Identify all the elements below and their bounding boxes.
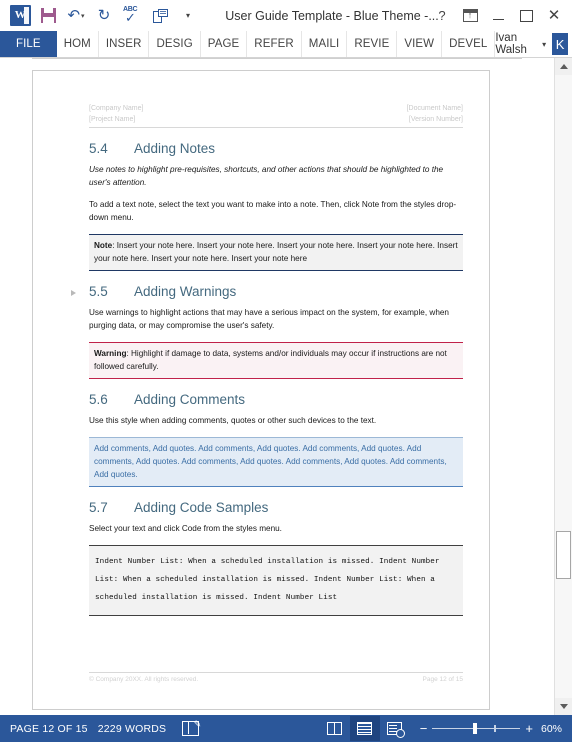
user-account-area[interactable]: Ivan Walsh ▾ K xyxy=(495,31,572,57)
paragraph-5-4-2: To add a text note, select the text you … xyxy=(89,200,457,222)
comment-callout: Add comments, Add quotes. Add comments, … xyxy=(89,437,463,487)
word-application-window: W ↶ ▾ ↻ ABC ✓ ▾ User Guide Template - Bl… xyxy=(0,0,572,742)
previous-page-edge xyxy=(32,58,522,59)
heading-5-4-title: Adding Notes xyxy=(134,141,216,156)
undo-icon[interactable]: ↶ ▾ xyxy=(62,3,90,29)
customize-qat-icon[interactable]: ▾ xyxy=(174,3,202,29)
heading-5-6-title: Adding Comments xyxy=(134,392,246,407)
vertical-scrollbar[interactable] xyxy=(554,58,572,715)
print-preview-glyph xyxy=(152,8,168,23)
word-app-icon[interactable]: W xyxy=(6,3,34,29)
header-project-name: [Project Name] xyxy=(89,116,136,123)
document-page[interactable]: [Company Name] [Project Name] [Document … xyxy=(32,70,490,710)
heading-5-6: 5.6 Adding Comments xyxy=(89,392,463,407)
tab-page-layout[interactable]: PAGE xyxy=(201,31,248,57)
heading-5-7-title: Adding Code Samples xyxy=(134,500,269,515)
title-bar: W ↶ ▾ ↻ ABC ✓ ▾ User Guide Template - Bl… xyxy=(0,0,572,31)
window-controls: ? ✕ xyxy=(428,0,568,31)
zoom-slider[interactable]: − + xyxy=(420,722,533,735)
ribbon-display-options-icon[interactable] xyxy=(456,2,484,30)
heading-5-6-number: 5.6 xyxy=(89,392,108,407)
quick-access-toolbar: W ↶ ▾ ↻ ABC ✓ ▾ xyxy=(0,3,202,29)
zoom-slider-thumb[interactable] xyxy=(473,722,478,734)
read-mode-view-button[interactable] xyxy=(320,716,350,741)
note-callout-text: : Insert your note here. Insert your not… xyxy=(94,241,458,263)
zoom-level-label[interactable]: 60% xyxy=(541,723,564,735)
scroll-down-button[interactable] xyxy=(555,698,572,715)
tab-view[interactable]: VIEW xyxy=(397,31,443,57)
redo-icon[interactable]: ↻ xyxy=(90,3,118,29)
zoom-slider-track[interactable] xyxy=(432,722,521,734)
document-area: [Company Name] [Project Name] [Document … xyxy=(0,58,572,715)
status-word-count[interactable]: 2229 WORDS xyxy=(98,723,177,735)
header-document-name: [Document Name] xyxy=(406,105,463,112)
tab-file[interactable]: FILE xyxy=(0,31,57,57)
word-logo-letter: W xyxy=(14,9,26,21)
view-buttons: − + 60% xyxy=(320,716,564,741)
tab-review[interactable]: REVIE xyxy=(347,31,398,57)
page-header: [Company Name] [Project Name] [Document … xyxy=(89,103,463,128)
paragraph-5-7-1: Select your text and click Code from the… xyxy=(89,524,282,533)
tab-design[interactable]: DESIG xyxy=(149,31,201,57)
heading-5-7: 5.7 Adding Code Samples xyxy=(89,500,463,515)
tab-developer[interactable]: DEVEL xyxy=(442,31,496,57)
scrollbar-track[interactable] xyxy=(555,75,572,698)
heading-5-5: 5.5 Adding Warnings xyxy=(71,284,463,299)
proofing-errors-icon[interactable]: ✎ xyxy=(182,719,201,736)
warning-callout-text: : Highlight if damage to data, systems a… xyxy=(94,349,447,371)
heading-5-4-number: 5.4 xyxy=(89,141,108,156)
user-name-label: Ivan Walsh xyxy=(495,32,527,56)
help-icon[interactable]: ? xyxy=(428,2,456,30)
chevron-down-icon[interactable]: ▾ xyxy=(540,40,548,49)
note-callout-label: Note xyxy=(94,241,113,250)
scroll-up-button[interactable] xyxy=(555,58,572,75)
heading-5-4: 5.4 Adding Notes xyxy=(89,141,463,156)
paragraph-5-4-1: Use notes to highlight pre-requisites, s… xyxy=(89,165,444,187)
paragraph-5-6-1: Use this style when adding comments, quo… xyxy=(89,416,377,425)
footer-copyright: © Company 20XX. All rights reserved. xyxy=(89,676,199,683)
paragraph-5-5-1: Use warnings to highlight actions that m… xyxy=(89,308,449,330)
ribbon-tab-bar: FILE HOM INSER DESIG PAGE REFER MAILI RE… xyxy=(0,31,572,58)
footer-page-number: Page 12 of 15 xyxy=(422,676,463,683)
tab-home[interactable]: HOM xyxy=(57,31,99,57)
code-callout: Indent Number List: When a scheduled ins… xyxy=(89,545,463,616)
maximize-restore-button[interactable] xyxy=(512,2,540,30)
heading-5-7-number: 5.7 xyxy=(89,500,108,515)
print-layout-view-button[interactable] xyxy=(349,716,380,741)
header-version-number: [Version Number] xyxy=(408,116,463,123)
scrollbar-thumb[interactable] xyxy=(556,531,571,579)
save-icon[interactable] xyxy=(34,3,62,29)
status-bar: PAGE 12 OF 15 2229 WORDS ✎ − + 60% xyxy=(0,715,572,742)
web-layout-view-button[interactable] xyxy=(380,716,410,741)
tab-mailings[interactable]: MAILI xyxy=(302,31,348,57)
heading-5-5-number: 5.5 xyxy=(89,284,108,299)
heading-5-5-title: Adding Warnings xyxy=(134,284,237,299)
avatar[interactable]: K xyxy=(552,33,568,55)
warning-callout: Warning: Highlight if damage to data, sy… xyxy=(89,342,463,379)
note-callout: Note: Insert your note here. Insert your… xyxy=(89,234,463,271)
page-footer: © Company 20XX. All rights reserved. Pag… xyxy=(89,672,463,683)
spelling-icon[interactable]: ABC ✓ xyxy=(118,3,146,29)
status-page-info[interactable]: PAGE 12 OF 15 xyxy=(8,723,98,735)
collapse-triangle-icon[interactable] xyxy=(71,290,76,296)
tab-references[interactable]: REFER xyxy=(247,31,302,57)
zoom-out-button[interactable]: − xyxy=(420,722,428,735)
tab-insert[interactable]: INSER xyxy=(99,31,150,57)
warning-callout-label: Warning xyxy=(94,349,127,358)
zoom-in-button[interactable]: + xyxy=(525,722,533,735)
header-company-name: [Company Name] xyxy=(89,105,144,112)
print-preview-icon[interactable] xyxy=(146,3,174,29)
help-glyph: ? xyxy=(438,8,446,23)
minimize-button[interactable] xyxy=(484,2,512,30)
close-button[interactable]: ✕ xyxy=(540,2,568,30)
document-canvas[interactable]: [Company Name] [Project Name] [Document … xyxy=(0,58,554,715)
